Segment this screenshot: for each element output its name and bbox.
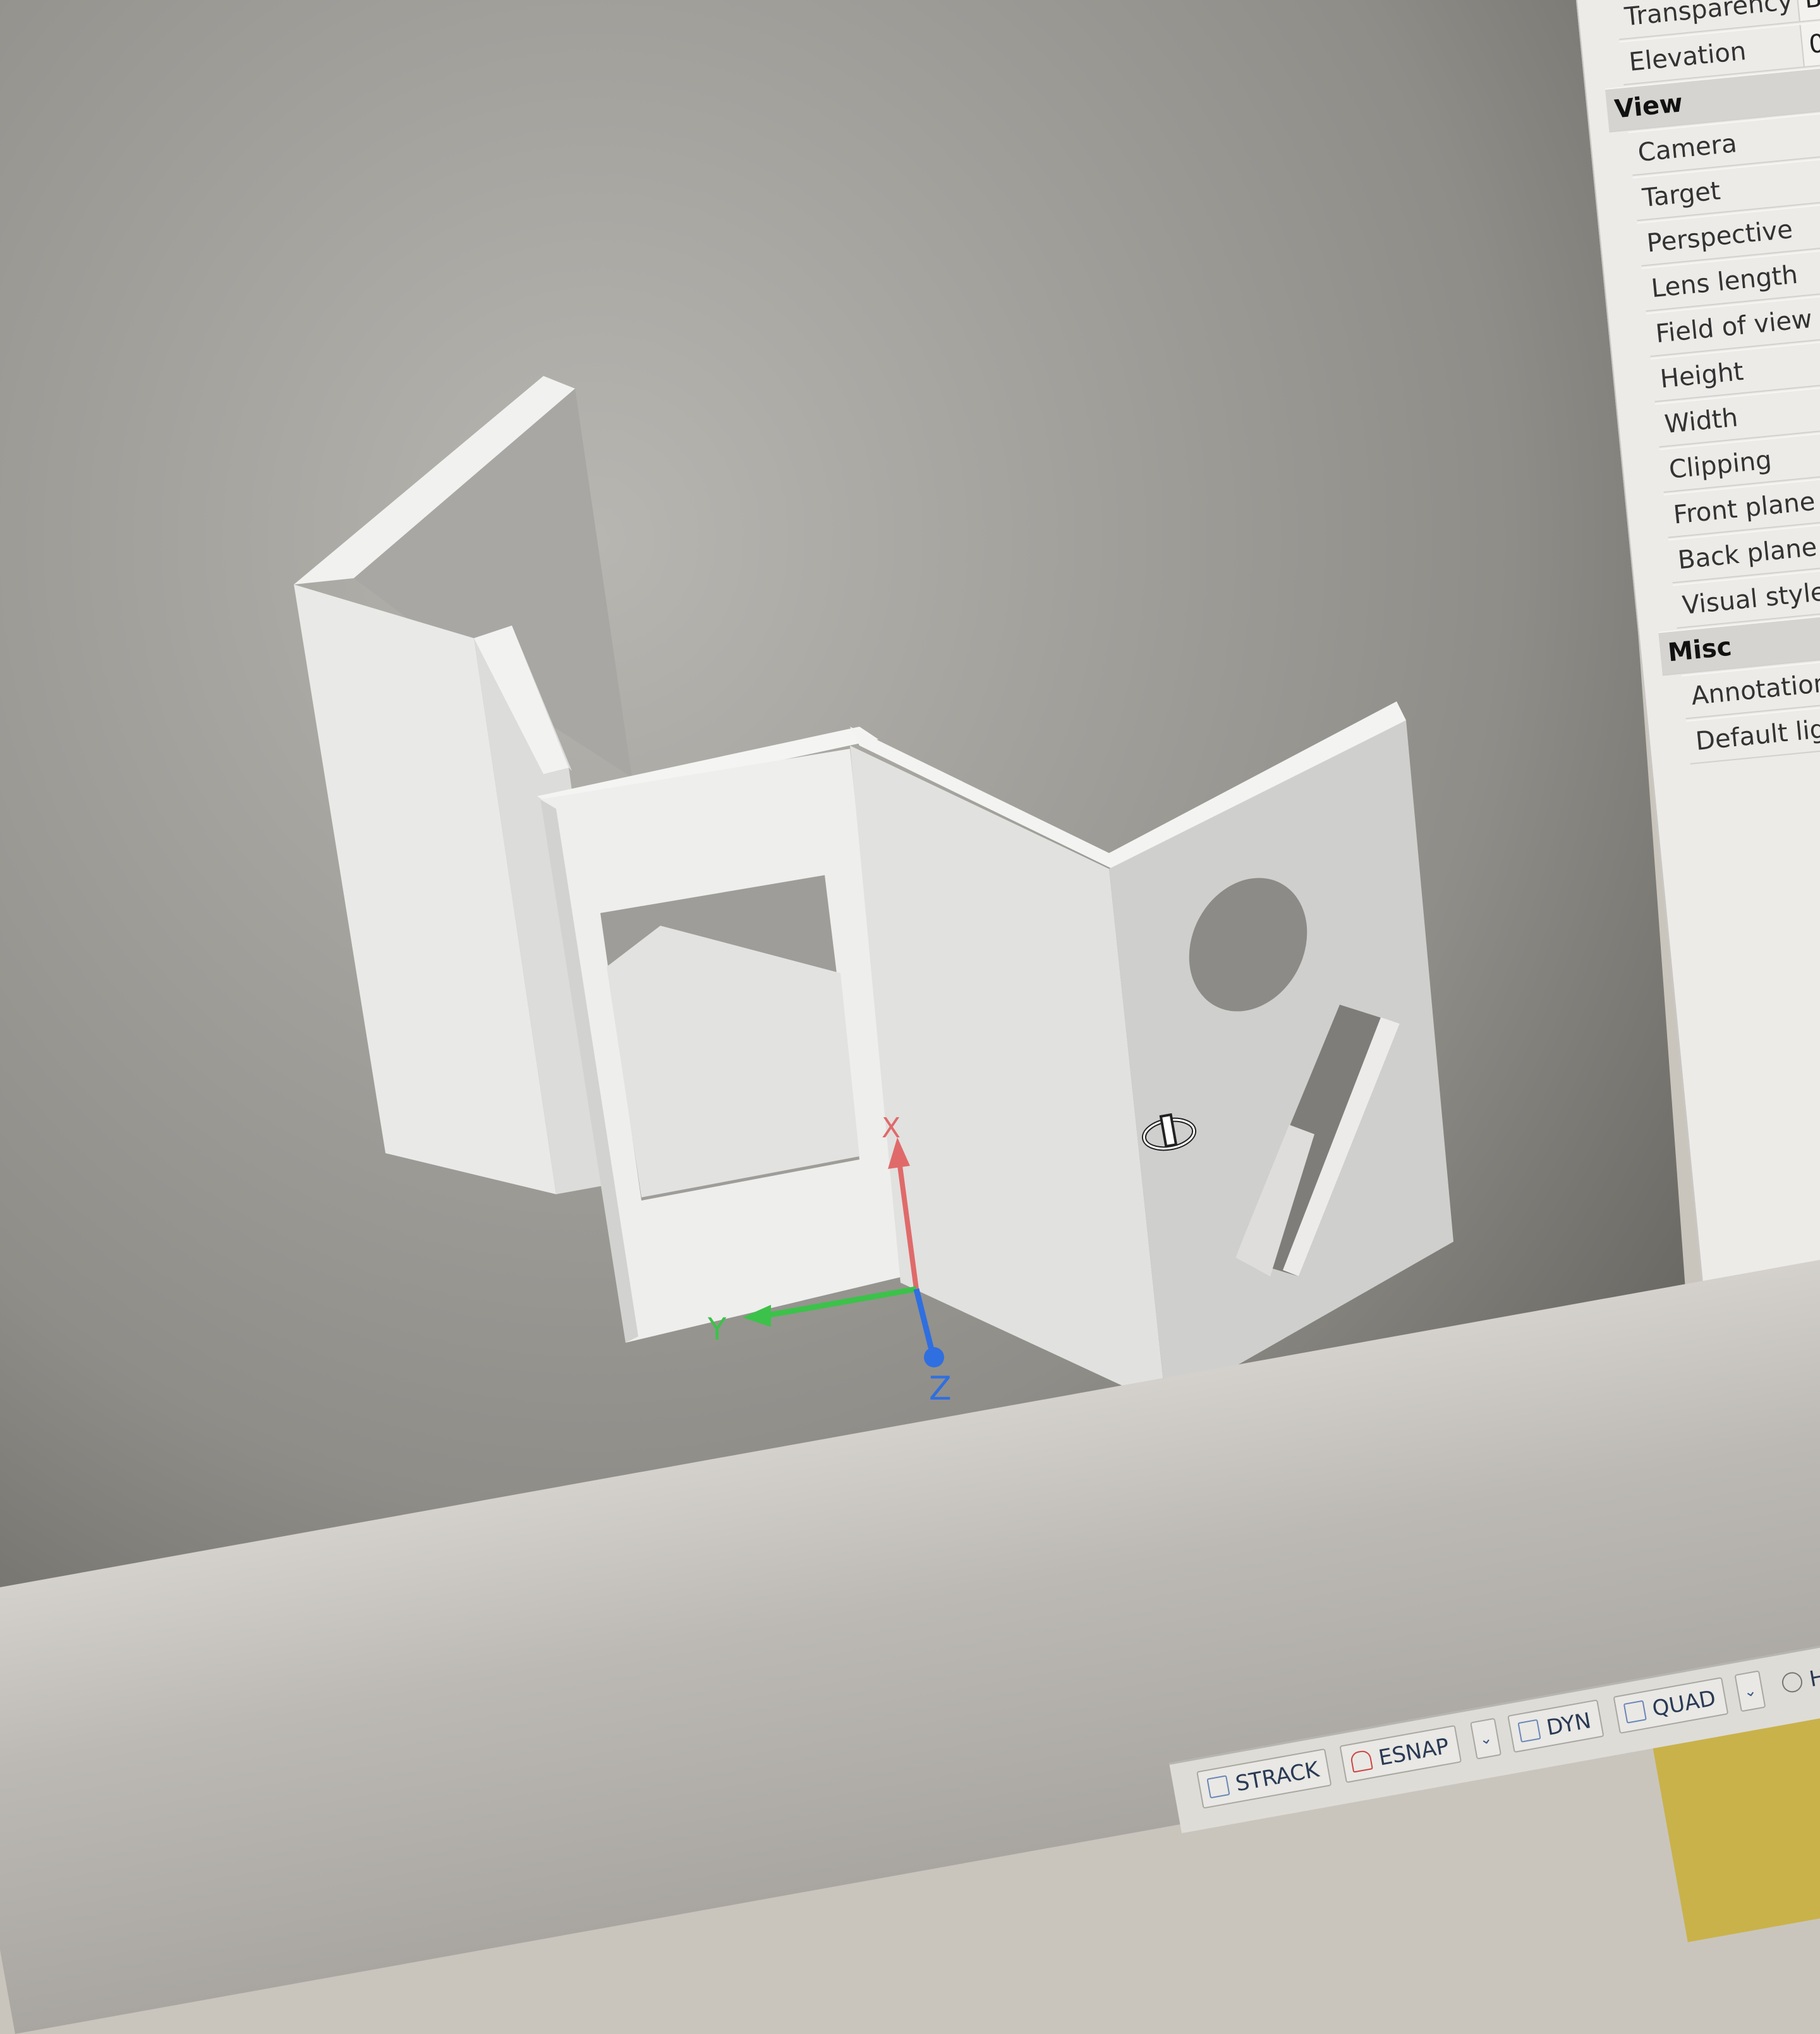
prop-value-transparency[interactable]: B	[1795, 0, 1820, 21]
prop-label: Field of view	[1654, 304, 1814, 349]
ucs-x-label: X	[882, 1112, 901, 1144]
prop-label: Height	[1658, 356, 1745, 394]
prop-label: Elevation	[1627, 37, 1748, 77]
prop-label: Annotation s	[1690, 667, 1820, 711]
dyn-label: DYN	[1544, 1708, 1593, 1741]
ucs-z-label: Z	[929, 1370, 952, 1408]
quad-label: QUAD	[1650, 1685, 1718, 1722]
prop-label: Target	[1641, 176, 1722, 213]
quad-icon	[1623, 1700, 1647, 1724]
esnap-label: ESNAP	[1376, 1733, 1452, 1771]
prop-label: Camera	[1636, 129, 1738, 168]
quad-dropdown[interactable]: ⌄	[1734, 1670, 1766, 1712]
chevron-down-icon: ⌄	[1742, 1681, 1758, 1701]
prop-label: Visual style	[1681, 577, 1820, 620]
prop-label: Back plane	[1677, 532, 1819, 576]
esnap-dropdown[interactable]: ⌄	[1470, 1717, 1502, 1760]
hide-label: HIDE	[1807, 1657, 1820, 1693]
prop-label: Clipping	[1667, 445, 1773, 485]
strack-icon	[1206, 1775, 1230, 1799]
dyn-toggle[interactable]: DYN	[1507, 1699, 1605, 1753]
bulb-icon	[1780, 1670, 1804, 1694]
prop-label: Default light	[1694, 711, 1820, 756]
section-label: Misc	[1666, 632, 1733, 668]
ucs-z-dot	[924, 1347, 944, 1367]
prop-label: Lens length	[1649, 260, 1799, 304]
strack-label: STRACK	[1234, 1757, 1321, 1797]
prop-label: Front plane	[1672, 487, 1817, 530]
hide-toggle[interactable]: HIDE	[1771, 1651, 1820, 1705]
prop-label: Width	[1663, 403, 1740, 440]
esnap-toggle[interactable]: ESNAP	[1339, 1724, 1462, 1783]
magnet-icon	[1349, 1749, 1373, 1773]
prop-label: Perspective	[1645, 215, 1794, 258]
strack-toggle[interactable]: STRACK	[1196, 1748, 1332, 1809]
chevron-down-icon: ⌄	[1477, 1729, 1494, 1749]
dyn-icon	[1517, 1719, 1541, 1743]
ucs-y-label: Y	[707, 1312, 727, 1347]
section-label: View	[1613, 88, 1684, 124]
quad-toggle[interactable]: QUAD	[1613, 1676, 1729, 1734]
